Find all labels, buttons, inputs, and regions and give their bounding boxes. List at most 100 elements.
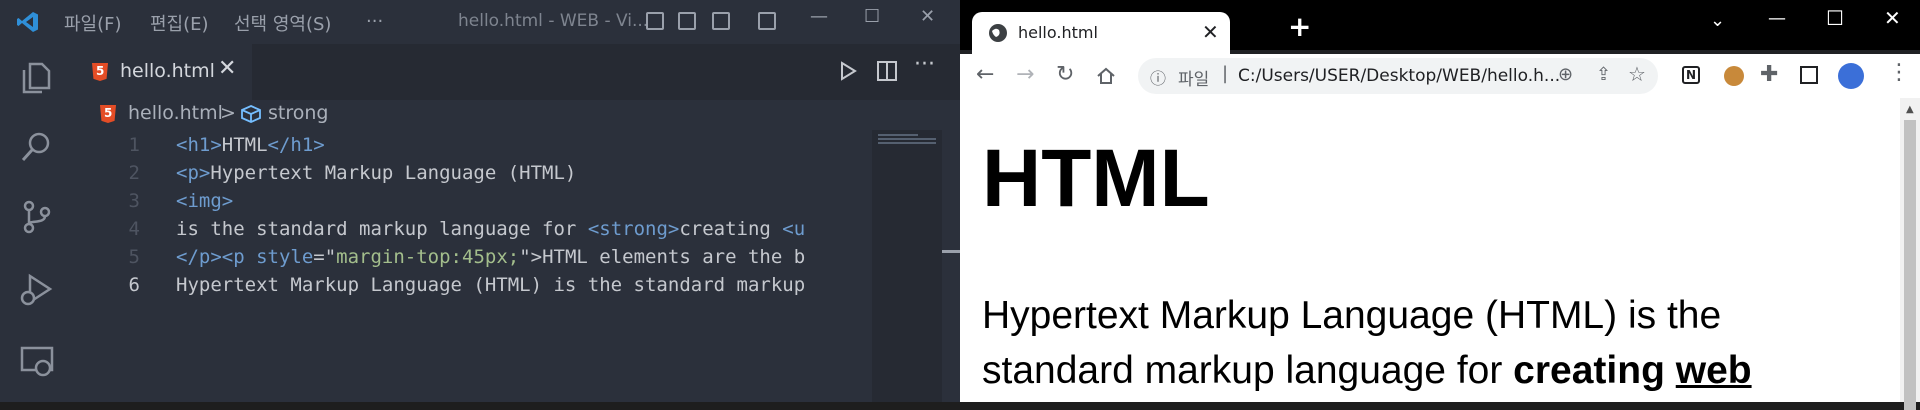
home-icon[interactable] <box>1096 66 1116 86</box>
breadcrumb-symbol[interactable]: strong <box>268 102 328 124</box>
paragraph-strong: creating <box>1513 349 1665 392</box>
code-token: =" <box>313 246 337 268</box>
vscode-titlebar: 파일(F) 편집(E) 선택 영역(S) ... hello.html - WE… <box>0 0 960 44</box>
line-number: 2 <box>128 162 140 184</box>
code-token: is the standard markup language for <box>176 218 588 240</box>
line-code: <h1>HTML</h1> <box>176 131 325 159</box>
paragraph-strong-underlined: web <box>1675 349 1752 392</box>
html5-icon <box>92 63 108 81</box>
line-number: 3 <box>128 190 140 212</box>
code-token: Hypertext Markup Language (HTML) is the … <box>176 274 806 296</box>
line-code: </p><p style="margin-top:45px;">HTML ele… <box>176 243 805 271</box>
symbol-icon <box>241 105 261 123</box>
code-token: <u <box>782 218 806 240</box>
toggle-sidebar-icon[interactable] <box>646 12 664 30</box>
notion-extension-icon[interactable]: N <box>1682 66 1700 84</box>
menu-more[interactable]: ... <box>366 6 383 27</box>
vscode-logo-icon <box>17 12 38 32</box>
page-paragraph: Hypertext Markup Language (HTML) is the … <box>982 288 1882 398</box>
minimize-icon[interactable]: — <box>810 6 828 27</box>
zoom-icon[interactable]: ⊕ <box>1558 64 1573 85</box>
menu-selection[interactable]: 선택 영역(S) <box>234 10 331 36</box>
menu-file[interactable]: 파일(F) <box>64 10 122 36</box>
minimize-icon[interactable]: — <box>1768 8 1786 29</box>
web-page: HTML Hypertext Markup Language (HTML) is… <box>960 98 1900 402</box>
line-number: 1 <box>128 134 140 156</box>
cookie-extension-icon[interactable] <box>1724 66 1744 86</box>
customize-layout-icon[interactable] <box>758 12 776 30</box>
minimap[interactable] <box>872 130 942 402</box>
line-code: Hypertext Markup Language (HTML) is the … <box>176 271 805 299</box>
back-icon[interactable]: ← <box>976 62 994 87</box>
run-debug-icon[interactable] <box>18 270 56 308</box>
info-icon[interactable]: ⓘ <box>1150 65 1166 89</box>
code-token: </p><p <box>176 246 257 268</box>
breadcrumb-separator: > <box>220 102 236 124</box>
tab-hello-html[interactable]: hello.html ✕ <box>72 44 252 100</box>
page-scrollbar[interactable]: ▲ <box>1900 98 1920 410</box>
line-code: is the standard markup language for <str… <box>176 215 805 243</box>
toggle-secondary-sidebar-icon[interactable] <box>712 12 730 30</box>
browser-tab-label: hello.html <box>1018 23 1098 42</box>
new-tab-button[interactable]: + <box>1288 10 1311 43</box>
close-window-icon[interactable]: ✕ <box>920 6 935 27</box>
breadcrumb: hello.html > strong <box>72 100 960 130</box>
maximize-icon[interactable]: ☐ <box>864 6 880 27</box>
tab-close-icon[interactable]: ✕ <box>218 56 236 81</box>
editor-scrollbar[interactable] <box>942 130 960 402</box>
vscode-window: 파일(F) 편집(E) 선택 영역(S) ... hello.html - WE… <box>0 0 960 402</box>
code-token: <p> <box>176 162 211 184</box>
globe-icon <box>989 24 1007 42</box>
activity-bar <box>0 44 72 402</box>
code-token: style <box>256 246 314 268</box>
line-code: <img> <box>176 187 233 215</box>
run-icon[interactable] <box>838 60 858 82</box>
browser-window: hello.html ✕ + ⌄ — ☐ ✕ ← → ↻ ⓘ 파일 | C:/U… <box>960 0 1920 410</box>
remote-explorer-icon[interactable] <box>18 342 56 380</box>
share-icon[interactable]: ⇪ <box>1596 64 1611 85</box>
line-number: 5 <box>128 246 140 268</box>
forward-icon[interactable]: → <box>1016 62 1034 87</box>
menu-edit[interactable]: 편집(E) <box>150 10 209 36</box>
extensions-puzzle-icon[interactable]: ✚ <box>1760 62 1778 87</box>
address-bar[interactable]: ⓘ 파일 | C:/Users/USER/Desktop/WEB/hello.h… <box>1138 58 1658 94</box>
html5-icon <box>100 105 116 123</box>
line-code: <p>Hypertext Markup Language (HTML) <box>176 159 576 187</box>
bookmark-star-icon[interactable]: ☆ <box>1628 62 1646 86</box>
scroll-thumb[interactable] <box>1904 120 1916 410</box>
code-token: creating <box>679 218 783 240</box>
split-editor-icon[interactable] <box>876 60 898 82</box>
code-token: </h1> <box>267 134 325 156</box>
window-title: hello.html - WEB - Vi... <box>458 11 649 31</box>
browser-toolbar: ← → ↻ ⓘ 파일 | C:/Users/USER/Desktop/WEB/h… <box>960 54 1920 98</box>
url-text[interactable]: C:/Users/USER/Desktop/WEB/hello.h... <box>1238 66 1560 86</box>
code-token: Hypertext Markup Language (HTML) <box>210 162 577 184</box>
browser-tab[interactable]: hello.html ✕ <box>972 12 1230 54</box>
code-token: HTML <box>221 134 268 156</box>
reload-icon[interactable]: ↻ <box>1056 62 1074 87</box>
scroll-up-icon[interactable]: ▲ <box>1906 104 1914 115</box>
toggle-panel-icon[interactable] <box>678 12 696 30</box>
breadcrumb-file[interactable]: hello.html <box>128 102 223 124</box>
search-icon[interactable] <box>18 128 56 166</box>
line-number: 4 <box>128 218 140 240</box>
chrome-menu-icon[interactable]: ⋮ <box>1888 60 1910 85</box>
code-token: <strong> <box>587 218 680 240</box>
line-number: 6 <box>128 274 140 296</box>
more-actions-icon[interactable]: ··· <box>914 52 935 77</box>
browser-tab-close-icon[interactable]: ✕ <box>1202 20 1219 44</box>
code-token: ">HTML elements are the b <box>519 246 806 268</box>
side-panel-icon[interactable] <box>1800 66 1818 84</box>
source-control-icon[interactable] <box>18 198 56 236</box>
code-editor[interactable]: 1 <h1>HTML</h1> 2 <p>Hypertext Markup Langu… <box>72 130 872 402</box>
tab-search-icon[interactable]: ⌄ <box>1710 10 1725 31</box>
code-token: <img> <box>176 190 234 212</box>
profile-avatar[interactable] <box>1838 63 1864 89</box>
tab-label: hello.html <box>120 60 215 82</box>
code-token: margin-top:45px; <box>336 246 520 268</box>
browser-titlebar: hello.html ✕ + ⌄ — ☐ ✕ <box>960 0 1920 54</box>
maximize-icon[interactable]: ☐ <box>1826 6 1844 30</box>
close-window-icon[interactable]: ✕ <box>1884 6 1901 30</box>
explorer-icon[interactable] <box>18 58 56 96</box>
code-token: <h1> <box>176 134 222 156</box>
